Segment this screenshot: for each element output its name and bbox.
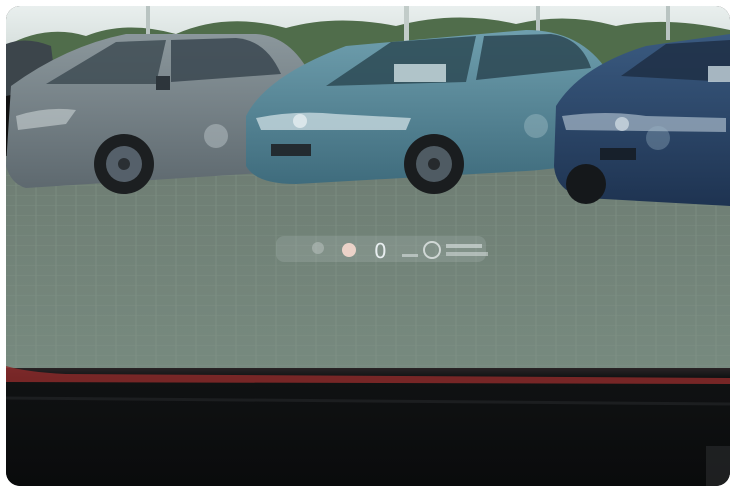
- windshield-sticker: [394, 64, 446, 82]
- hud-indicator-icon: [312, 242, 324, 254]
- hud-unit-mark: [402, 254, 418, 257]
- light-pole: [666, 6, 670, 40]
- light-pole: [404, 6, 409, 42]
- vw-logo-icon: [293, 114, 307, 128]
- hud-speed: 0: [374, 239, 387, 263]
- head-up-display: 0: [276, 236, 488, 263]
- vw-logo-icon: [615, 117, 629, 131]
- windshield-view: 0: [6, 6, 730, 486]
- hud-warning-dot-icon: [342, 243, 356, 257]
- dashboard: [6, 368, 730, 486]
- dashboard-corner: [706, 446, 730, 486]
- scene-illustration: 0: [6, 6, 730, 486]
